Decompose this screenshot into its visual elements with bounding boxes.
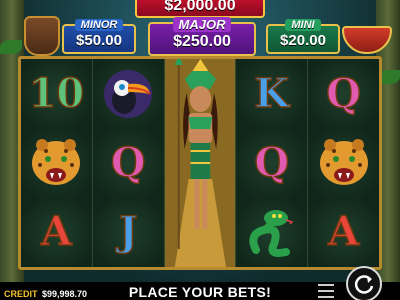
urn-decoration (24, 16, 60, 56)
credit-display: CREDIT $99,998.70 (4, 289, 87, 299)
jaguar-icon (319, 138, 368, 185)
snake-icon (249, 210, 294, 258)
symbol-cell: K (236, 59, 308, 129)
mini-jackpot-label: MINI (285, 19, 321, 31)
major-jackpot: MAJOR $250.00 (148, 17, 256, 56)
symbol-ace: A (327, 208, 360, 256)
status-message: PLACE YOUR BETS! (128, 284, 272, 300)
leaf-decoration (0, 40, 22, 54)
spin-arrows-icon (354, 275, 374, 294)
reel-3 (164, 59, 237, 267)
symbol-cell: Q (92, 128, 164, 198)
symbol-jack: J (118, 208, 138, 256)
reel-grid: 10 A Q J K Q Q A (18, 56, 382, 270)
menu-button[interactable] (318, 284, 334, 298)
symbol-cell: 10 (21, 59, 92, 129)
major-jackpot-value: $250.00 (173, 33, 231, 50)
minor-jackpot-label: MINOR (74, 19, 124, 31)
toucan-icon (104, 69, 153, 118)
symbol-cell (21, 128, 92, 198)
mini-jackpot: MINI $20.00 (266, 19, 340, 54)
menu-line (318, 296, 334, 298)
symbol-queen: Q (254, 138, 290, 186)
grand-jackpot: $2,000.00 (135, 0, 265, 18)
symbol-queen: Q (110, 138, 146, 186)
jaguar-icon (32, 138, 81, 185)
reel-2: Q J (92, 59, 165, 267)
symbol-cell: Q (236, 128, 308, 198)
symbol-cell: A (308, 197, 379, 267)
reel-1: 10 A (21, 59, 93, 267)
credit-value: $99,998.70 (42, 289, 88, 299)
spin-button[interactable] (346, 266, 382, 300)
minor-jackpot: MINOR $50.00 (62, 19, 136, 54)
symbol-cell (308, 128, 379, 198)
symbol-cell: A (21, 197, 92, 267)
menu-line (318, 290, 334, 292)
major-jackpot-label: MAJOR (172, 17, 232, 32)
symbol-ace: A (40, 208, 73, 256)
minor-jackpot-value: $50.00 (76, 32, 122, 49)
symbol-cell: J (92, 197, 164, 267)
symbol-cell (236, 197, 308, 267)
symbol-cell (92, 59, 164, 129)
reel-5: Q A (308, 59, 379, 267)
warrior-queen-wild-icon (164, 59, 236, 267)
symbol-queen: Q (325, 69, 361, 117)
mini-jackpot-value: $20.00 (280, 32, 326, 49)
symbol-cell: Q (308, 59, 379, 129)
menu-line (318, 284, 334, 286)
grand-jackpot-value: $2,000.00 (164, 0, 236, 14)
symbol-ten: 10 (28, 69, 85, 117)
credit-label: CREDIT (4, 289, 38, 299)
symbol-king: K (254, 69, 290, 117)
reel-4: K Q (236, 59, 309, 267)
